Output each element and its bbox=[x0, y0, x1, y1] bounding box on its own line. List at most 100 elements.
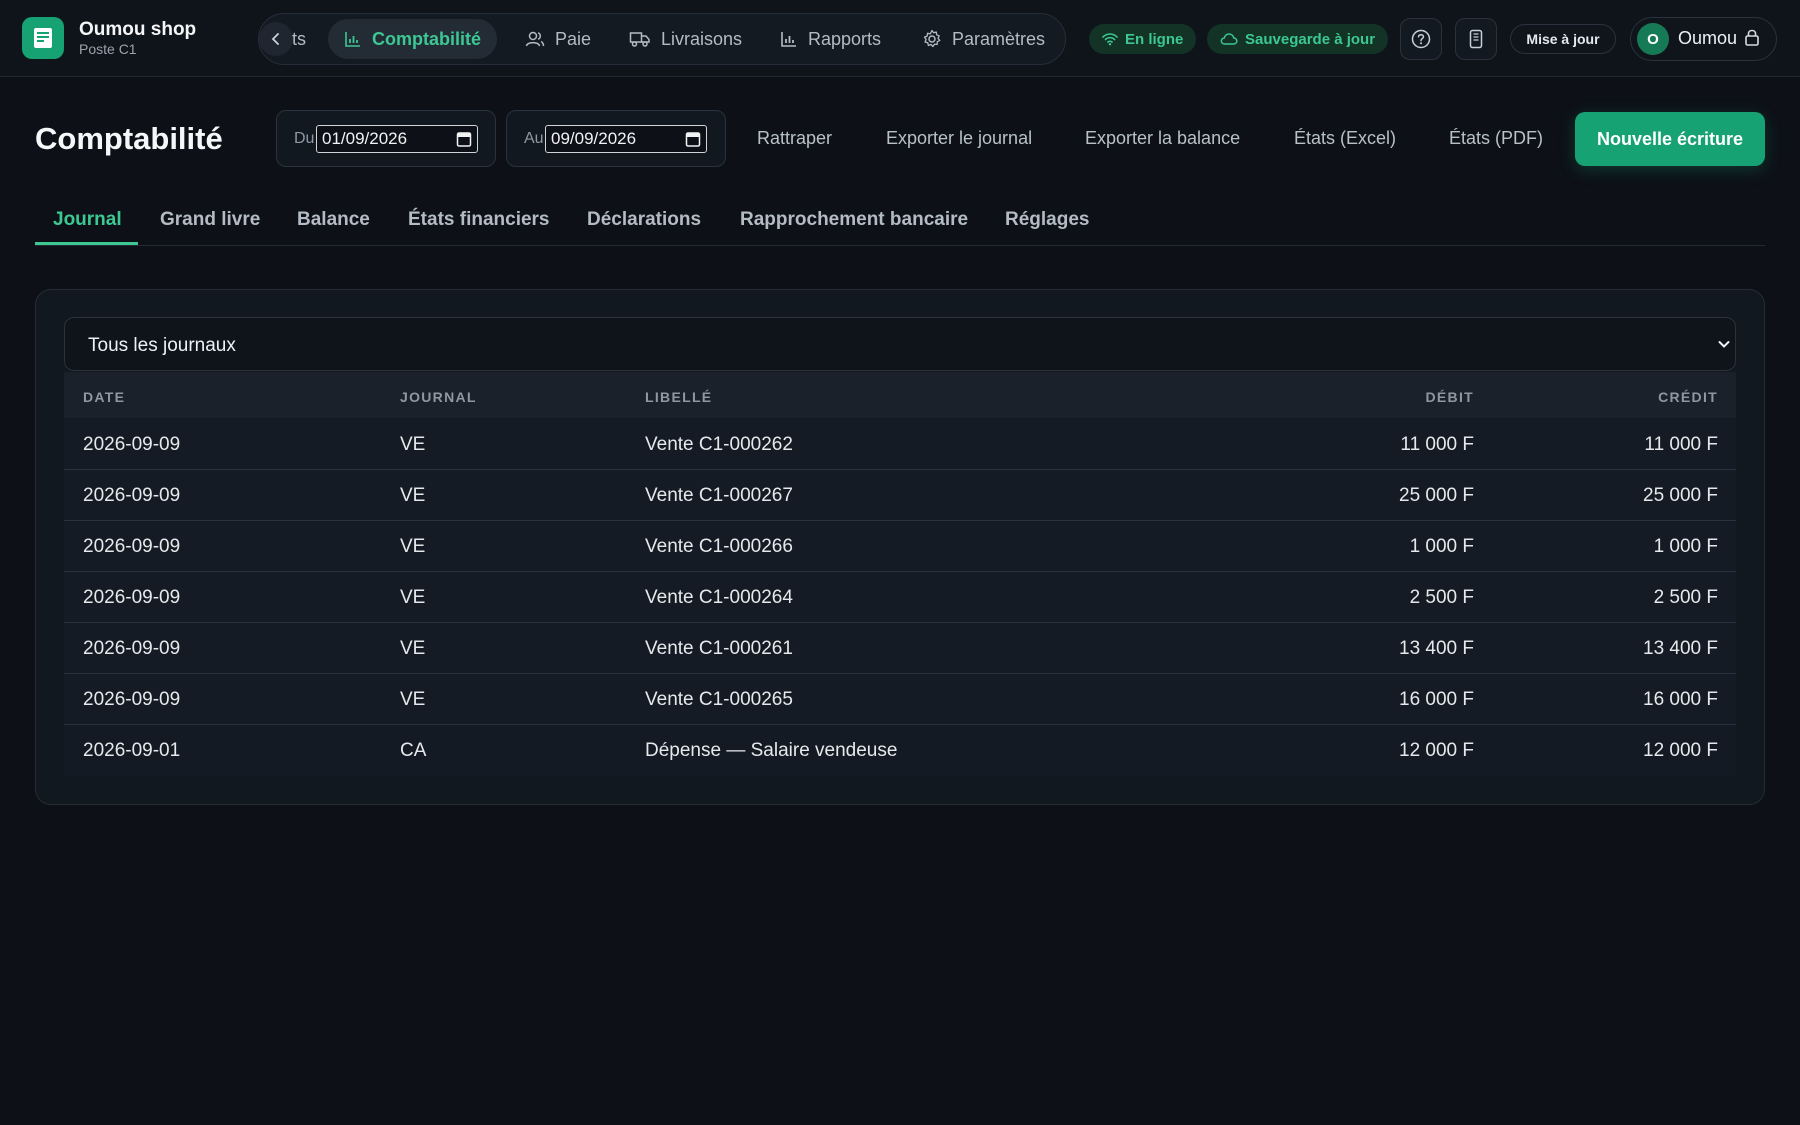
truck-icon bbox=[629, 32, 650, 47]
gear-icon bbox=[923, 29, 941, 48]
cell-journal: VE bbox=[400, 587, 426, 608]
export-journal-button[interactable]: Exporter le journal bbox=[886, 128, 1032, 149]
calendar-icon bbox=[456, 132, 472, 147]
cell-date: 2026-09-09 bbox=[83, 587, 181, 608]
tab-reglages[interactable]: Réglages bbox=[1005, 209, 1089, 231]
nav-item-label: Livraisons bbox=[661, 28, 743, 49]
date-to-value: 09/09/2026 bbox=[551, 129, 637, 148]
table-row[interactable] bbox=[64, 470, 1736, 521]
nav-item-rapports[interactable]: Rapports bbox=[764, 19, 897, 59]
device-button[interactable] bbox=[1455, 18, 1497, 60]
tab-etats-financiers[interactable]: États financiers bbox=[408, 209, 550, 231]
column-header-credit: CRÉDIT bbox=[1658, 389, 1718, 405]
table-row[interactable] bbox=[64, 572, 1736, 623]
user-name: Oumou bbox=[1678, 28, 1738, 48]
shop-name: Oumou shop bbox=[79, 19, 197, 40]
shop-logo-icon bbox=[22, 17, 64, 59]
table-header bbox=[64, 372, 1736, 418]
cell-debit: 2 500 F bbox=[1409, 587, 1474, 608]
cell-label: Vente C1-000265 bbox=[645, 689, 793, 710]
date-from-input[interactable]: 01/09/2026 bbox=[316, 125, 478, 153]
date-to-input[interactable]: 09/09/2026 bbox=[545, 125, 707, 153]
export-statements-pdf-button[interactable]: États (PDF) bbox=[1449, 128, 1543, 149]
avatar: O bbox=[1637, 23, 1669, 55]
date-to-label: Au bbox=[524, 130, 544, 147]
nav-item-partial-label: ts bbox=[292, 28, 307, 49]
tab-grand-livre[interactable]: Grand livre bbox=[160, 209, 260, 231]
cell-date: 2026-09-09 bbox=[83, 434, 181, 455]
nav-item-partial[interactable]: ts bbox=[276, 19, 322, 59]
cell-credit: 1 000 F bbox=[1653, 536, 1718, 557]
nav-item-label: Comptabilité bbox=[372, 28, 482, 49]
nav-item-livraisons[interactable]: Livraisons bbox=[613, 19, 758, 59]
new-entry-button[interactable]: Nouvelle écriture bbox=[1575, 112, 1765, 166]
tab-journal[interactable]: Journal bbox=[53, 209, 122, 231]
cloud-icon bbox=[1220, 33, 1238, 45]
help-icon bbox=[1411, 29, 1431, 49]
tab-rapprochement-bancaire[interactable]: Rapprochement bancaire bbox=[740, 209, 968, 231]
export-statements-excel-button[interactable]: États (Excel) bbox=[1294, 128, 1396, 149]
table-row[interactable] bbox=[64, 674, 1736, 725]
cell-credit: 16 000 F bbox=[1643, 689, 1718, 710]
tab-balance[interactable]: Balance bbox=[297, 209, 370, 231]
cell-journal: VE bbox=[400, 536, 426, 557]
cell-debit: 11 000 F bbox=[1400, 434, 1474, 455]
table-row[interactable] bbox=[64, 725, 1736, 776]
users-icon bbox=[525, 31, 545, 47]
help-button[interactable] bbox=[1400, 18, 1442, 60]
bar-chart-icon bbox=[345, 32, 360, 47]
nav-item-label: Paramètres bbox=[952, 28, 1046, 49]
date-from-value: 01/09/2026 bbox=[322, 129, 408, 148]
cell-journal: VE bbox=[400, 434, 426, 455]
online-status-badge: En ligne bbox=[1089, 24, 1197, 54]
journal-filter-value: Tous les journaux bbox=[88, 335, 236, 356]
nav-item-comptabilite[interactable]: Comptabilité bbox=[328, 19, 498, 59]
lock-icon[interactable] bbox=[1744, 28, 1760, 46]
journal-filter-select[interactable] bbox=[64, 317, 1736, 371]
chevron-down-icon bbox=[1718, 341, 1730, 348]
table-row[interactable] bbox=[64, 623, 1736, 674]
cell-debit: 25 000 F bbox=[1399, 485, 1474, 506]
cell-debit: 16 000 F bbox=[1399, 689, 1474, 710]
nav-item-paie[interactable]: Paie bbox=[509, 19, 607, 59]
cell-credit: 25 000 F bbox=[1643, 485, 1718, 506]
column-header-debit: DÉBIT bbox=[1425, 389, 1474, 405]
cell-journal: VE bbox=[400, 638, 426, 659]
cell-label: Vente C1-000264 bbox=[645, 587, 793, 608]
table-row[interactable] bbox=[64, 521, 1736, 572]
column-header-label: LIBELLÉ bbox=[645, 389, 713, 405]
cell-debit: 12 000 F bbox=[1399, 740, 1474, 761]
catch-up-button[interactable]: Rattraper bbox=[757, 128, 832, 149]
nav-item-label: Paie bbox=[555, 28, 592, 49]
cell-label: Dépense — Salaire vendeuse bbox=[645, 740, 898, 761]
cell-journal: VE bbox=[400, 689, 426, 710]
table-row[interactable] bbox=[64, 419, 1736, 470]
online-status-label: En ligne bbox=[1125, 30, 1184, 48]
active-tab-indicator bbox=[35, 242, 138, 245]
cell-label: Vente C1-000262 bbox=[645, 434, 793, 455]
backup-status-badge: Sauvegarde à jour bbox=[1207, 24, 1389, 54]
cell-journal: CA bbox=[400, 740, 427, 761]
cell-date: 2026-09-09 bbox=[83, 638, 181, 659]
export-balance-button[interactable]: Exporter la balance bbox=[1085, 128, 1240, 149]
column-header-journal: JOURNAL bbox=[400, 389, 477, 405]
update-button[interactable]: Mise à jour bbox=[1510, 24, 1616, 54]
nav-item-parametres[interactable]: Paramètres bbox=[906, 19, 1061, 59]
cell-credit: 11 000 F bbox=[1644, 434, 1718, 455]
cell-label: Vente C1-000266 bbox=[645, 536, 793, 557]
page-title: Comptabilité bbox=[35, 121, 223, 156]
cell-date: 2026-09-09 bbox=[83, 689, 181, 710]
cell-date: 2026-09-01 bbox=[83, 740, 181, 761]
cell-credit: 2 500 F bbox=[1653, 587, 1718, 608]
tab-declarations[interactable]: Déclarations bbox=[587, 209, 701, 231]
cell-label: Vente C1-000261 bbox=[645, 638, 793, 659]
wifi-icon bbox=[1102, 33, 1118, 46]
bar-chart-icon bbox=[781, 32, 796, 47]
backup-status-label: Sauvegarde à jour bbox=[1245, 30, 1376, 48]
cell-date: 2026-09-09 bbox=[83, 485, 181, 506]
cell-credit: 13 400 F bbox=[1643, 638, 1718, 659]
cell-debit: 1 000 F bbox=[1409, 536, 1474, 557]
cell-journal: VE bbox=[400, 485, 426, 506]
cell-credit: 12 000 F bbox=[1643, 740, 1718, 761]
cell-label: Vente C1-000267 bbox=[645, 485, 793, 506]
